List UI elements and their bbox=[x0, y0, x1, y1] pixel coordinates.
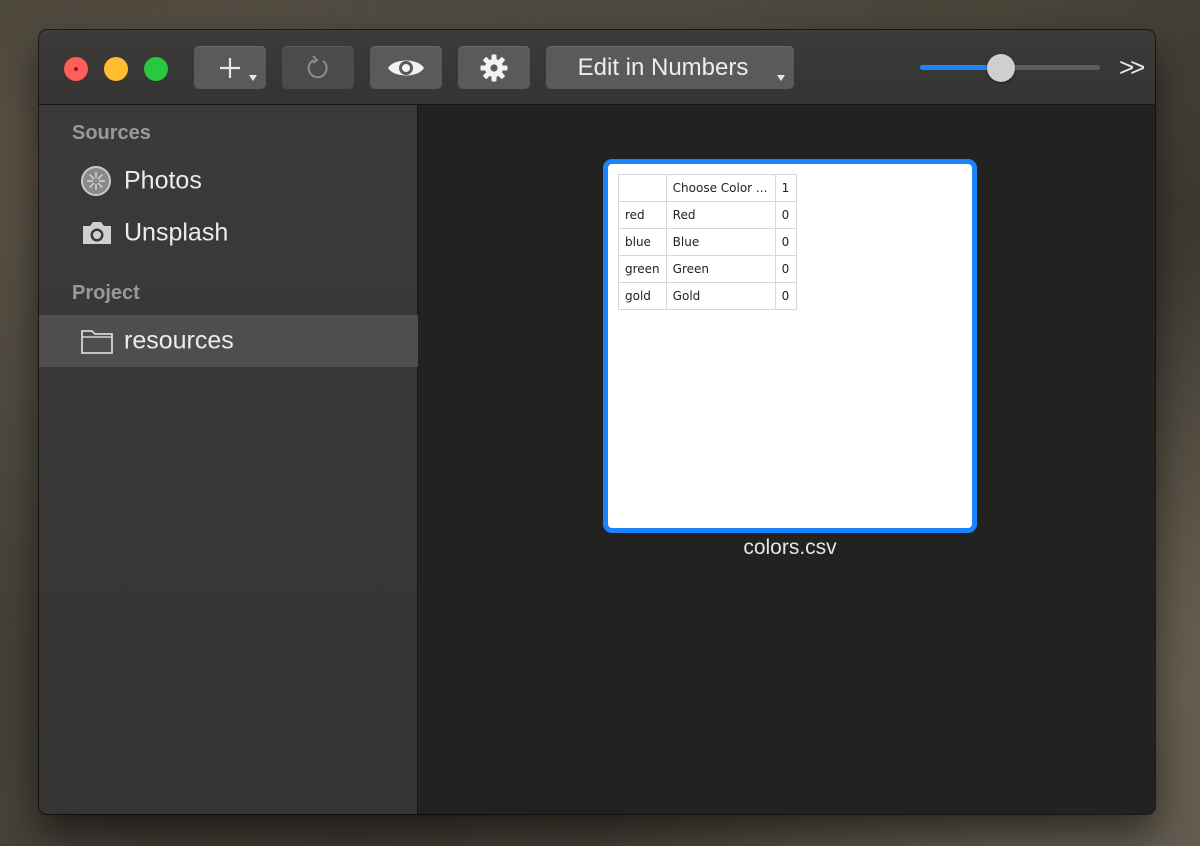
zoom-window-button[interactable] bbox=[144, 57, 168, 81]
camera-icon bbox=[83, 222, 111, 244]
refresh-icon bbox=[307, 54, 328, 78]
table-cell: 0 bbox=[774, 201, 797, 229]
sidebar-item-resources[interactable]: resources bbox=[39, 315, 418, 367]
minimize-window-button[interactable] bbox=[104, 57, 128, 81]
sidebar-item-label: resources bbox=[124, 326, 234, 355]
toolbar-overflow-button[interactable]: >> bbox=[1119, 52, 1145, 83]
csv-preview-table: Choose Color ... 1 red Red 0 blue Blue 0 green Gr… bbox=[618, 174, 797, 310]
preview-button[interactable] bbox=[370, 46, 442, 89]
table-cell bbox=[618, 174, 667, 202]
table-cell: 1 bbox=[774, 174, 797, 202]
sidebar-item-label: Unsplash bbox=[124, 218, 229, 247]
folder-icon bbox=[81, 330, 113, 354]
table-row: blue Blue 0 bbox=[618, 228, 797, 256]
chevron-down-icon bbox=[777, 75, 785, 81]
zoom-slider-thumb[interactable] bbox=[987, 54, 1015, 82]
sidebar-item-unsplash[interactable]: Unsplash bbox=[39, 207, 418, 259]
edit-in-numbers-button[interactable]: Edit in Numbers bbox=[546, 46, 794, 89]
reload-button[interactable] bbox=[282, 46, 354, 89]
table-row: Choose Color ... 1 bbox=[618, 174, 797, 202]
table-cell: red bbox=[618, 201, 667, 229]
file-thumbnail[interactable]: Choose Color ... 1 red Red 0 blue Blue 0 green Gr… bbox=[603, 159, 977, 533]
plus-icon bbox=[220, 57, 240, 78]
sidebar-item-label: Photos bbox=[124, 166, 202, 195]
table-row: red Red 0 bbox=[618, 201, 797, 229]
table-cell: Blue bbox=[665, 228, 776, 256]
table-cell: Gold bbox=[665, 282, 776, 310]
add-button[interactable] bbox=[194, 46, 266, 89]
edit-in-numbers-label: Edit in Numbers bbox=[577, 53, 749, 81]
file-browser: Choose Color ... 1 red Red 0 blue Blue 0 green Gr… bbox=[419, 105, 1155, 814]
eye-icon bbox=[388, 60, 424, 75]
sources-section-title: Sources bbox=[72, 122, 151, 144]
table-row: gold Gold 0 bbox=[618, 282, 797, 310]
table-cell: blue bbox=[618, 228, 667, 256]
photos-icon bbox=[81, 166, 111, 196]
table-cell: 0 bbox=[774, 255, 797, 283]
gear-icon bbox=[480, 54, 508, 81]
sidebar-item-photos[interactable]: Photos bbox=[39, 155, 418, 207]
table-cell: Green bbox=[665, 255, 776, 283]
app-window: Edit in Numbers >> Sources Photos Unspla… bbox=[39, 30, 1155, 814]
toolbar: Edit in Numbers >> bbox=[39, 30, 1155, 105]
close-window-button[interactable] bbox=[64, 57, 88, 81]
table-cell: 0 bbox=[774, 228, 797, 256]
table-cell: 0 bbox=[774, 282, 797, 310]
table-cell: Red bbox=[665, 201, 776, 229]
table-cell: Choose Color ... bbox=[665, 174, 776, 202]
table-cell: gold bbox=[618, 282, 667, 310]
file-name-label[interactable]: colors.csv bbox=[603, 536, 977, 560]
table-cell: green bbox=[618, 255, 667, 283]
settings-button[interactable] bbox=[458, 46, 530, 89]
project-section-title: Project bbox=[72, 282, 140, 304]
table-row: green Green 0 bbox=[618, 255, 797, 283]
chevron-down-icon bbox=[249, 75, 257, 81]
sidebar: Sources Photos Unsplash Project resource… bbox=[39, 105, 418, 814]
